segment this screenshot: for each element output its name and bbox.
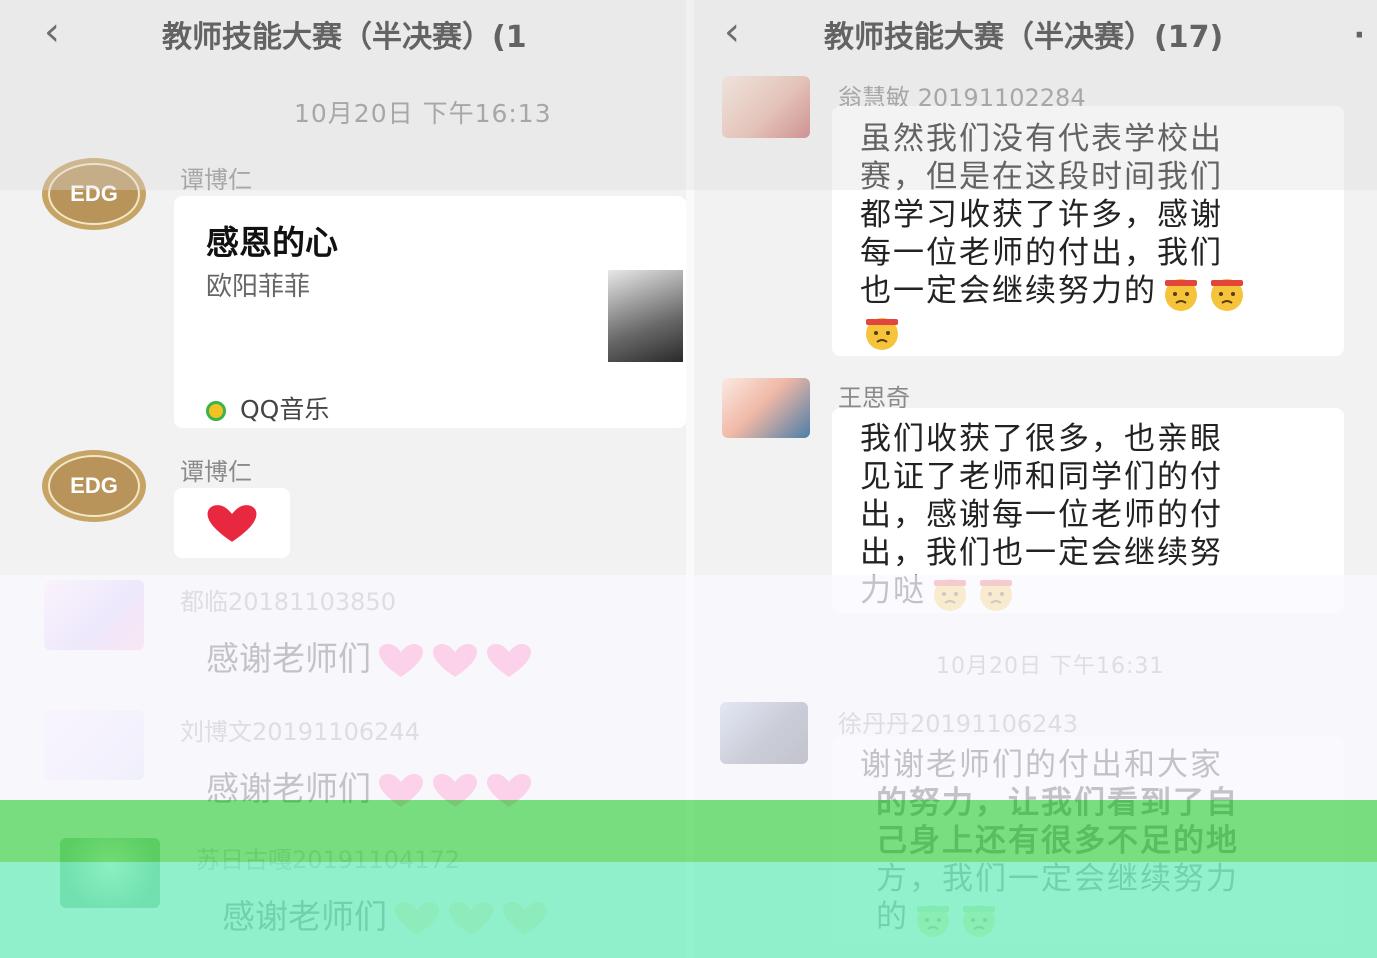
- avatar[interactable]: EDG: [42, 158, 146, 230]
- message-label: 感谢老师们: [206, 639, 371, 678]
- message-line: 都学习收获了许多，感谢: [860, 197, 1223, 233]
- heart-icon: [503, 901, 547, 935]
- right-header: ‹ 教师技能大赛（半决赛）(17) ·: [694, 0, 1377, 65]
- message-text: 虽然我们没有代表学校出 赛，但是在这段时间我们 都学习收获了许多，感谢 每一位老…: [860, 120, 1249, 351]
- avatar[interactable]: [44, 580, 144, 650]
- determined-face-icon: [934, 578, 966, 611]
- determined-face-icon: [963, 904, 995, 937]
- message-line: 己身上还有很多不足的地: [876, 823, 1239, 859]
- music-artist: 欧阳菲菲: [206, 272, 311, 302]
- message-line: 我们收获了很多，也亲眼: [860, 421, 1223, 457]
- message-line: 虽然我们没有代表学校出: [860, 121, 1223, 157]
- left-header: ‹ 教师技能大赛（半决赛）(1: [0, 0, 686, 65]
- message-bubble[interactable]: 我们收获了很多，也亲眼 见证了老师和同学们的付 出，感谢每一位老师的付 出，我们…: [832, 408, 1344, 613]
- determined-face-icon: [917, 904, 949, 937]
- timestamp: 10月20日 下午16:13: [294, 99, 552, 128]
- determined-face-icon: [1165, 278, 1197, 311]
- pink-heart-icon: [433, 773, 477, 807]
- edg-logo: EDG: [48, 163, 140, 225]
- avatar[interactable]: [722, 76, 810, 138]
- chat-title: 教师技能大赛（半决赛）(17): [824, 20, 1224, 55]
- pink-heart-icon: [379, 643, 423, 677]
- back-arrow-icon[interactable]: ‹: [724, 8, 740, 56]
- message-label: 感谢老师们: [206, 769, 371, 808]
- message-text[interactable]: 感谢老师们: [206, 762, 533, 810]
- left-chat-panel: ‹ 教师技能大赛（半决赛）(1 10月20日 下午16:13 EDG 谭博仁 感…: [0, 0, 686, 958]
- more-icon[interactable]: ·: [1354, 18, 1365, 53]
- message-line: 的努力，让我们看到了自: [876, 785, 1239, 821]
- message-text[interactable]: 感谢老师们: [206, 632, 533, 680]
- sender-name: 刘博文20191106244: [180, 718, 420, 746]
- message-line: 每一位老师的付出，我们: [860, 235, 1223, 271]
- message-text[interactable]: 感谢老师们: [222, 890, 549, 938]
- red-heart-icon: [207, 505, 257, 542]
- avatar[interactable]: EDG: [42, 450, 146, 522]
- back-arrow-icon[interactable]: ‹: [44, 8, 60, 56]
- music-source: QQ音乐: [206, 390, 329, 426]
- message-text: 我们收获了很多，也亲眼 见证了老师和同学们的付 出，感谢每一位老师的付 出，我们…: [860, 420, 1223, 612]
- message-line: 见证了老师和同学们的付: [860, 459, 1223, 495]
- message-line: 方，我们一定会继续努力: [876, 861, 1239, 897]
- pink-heart-icon: [487, 773, 531, 807]
- chat-title: 教师技能大赛（半决赛）(1: [162, 20, 527, 55]
- panel-divider: [686, 0, 694, 958]
- album-cover-image: [608, 270, 683, 362]
- pink-heart-icon: [379, 773, 423, 807]
- edg-logo: EDG: [48, 455, 140, 517]
- message-line: 出，感谢每一位老师的付: [860, 497, 1223, 533]
- heart-icon: [449, 901, 493, 935]
- message-line: 的: [876, 899, 909, 935]
- pink-heart-icon: [487, 643, 531, 677]
- message-label: 感谢老师们: [222, 897, 387, 936]
- message-line: 谢谢老师们的付出和大家: [860, 747, 1223, 783]
- timestamp: 10月20日 下午16:31: [936, 654, 1165, 679]
- message-line: 出，我们也一定会继续努: [860, 535, 1223, 571]
- message-line: 也一定会继续努力的: [860, 273, 1157, 309]
- message-line: 赛，但是在这段时间我们: [860, 159, 1223, 195]
- determined-face-icon: [1211, 278, 1243, 311]
- sender-name: 苏日古嘎20191104172: [196, 846, 460, 874]
- sender-name: 徐丹丹20191106243: [838, 710, 1078, 738]
- pink-heart-icon: [433, 643, 477, 677]
- sender-name: 都临20181103850: [180, 588, 396, 616]
- message-bubble[interactable]: 谢谢老师们的付出和大家 的努力，让我们看到了自 己身上还有很多不足的地 方，我们…: [832, 736, 1344, 946]
- sender-name: 谭博仁: [180, 166, 252, 194]
- avatar[interactable]: [722, 378, 810, 438]
- message-line: 力哒: [860, 573, 926, 609]
- music-title: 感恩的心: [206, 223, 338, 262]
- message-text: 谢谢老师们的付出和大家 的努力，让我们看到了自 己身上还有很多不足的地 方，我们…: [860, 746, 1239, 938]
- music-card[interactable]: 感恩的心 欧阳菲菲 QQ音乐: [174, 196, 686, 428]
- avatar[interactable]: [720, 702, 808, 764]
- message-bubble[interactable]: [174, 488, 290, 558]
- message-bubble[interactable]: 虽然我们没有代表学校出 赛，但是在这段时间我们 都学习收获了许多，感谢 每一位老…: [832, 106, 1344, 356]
- determined-face-icon: [866, 318, 898, 350]
- qq-music-icon: [206, 401, 226, 421]
- music-source-label: QQ音乐: [240, 395, 330, 424]
- avatar[interactable]: [60, 838, 160, 908]
- determined-face-icon: [980, 578, 1012, 611]
- right-chat-panel: ‹ 教师技能大赛（半决赛）(17) · 翁慧敏 20191102284 虽然我们…: [694, 0, 1377, 958]
- avatar[interactable]: [44, 710, 144, 780]
- sender-name: 谭博仁: [180, 458, 252, 486]
- heart-icon: [395, 901, 439, 935]
